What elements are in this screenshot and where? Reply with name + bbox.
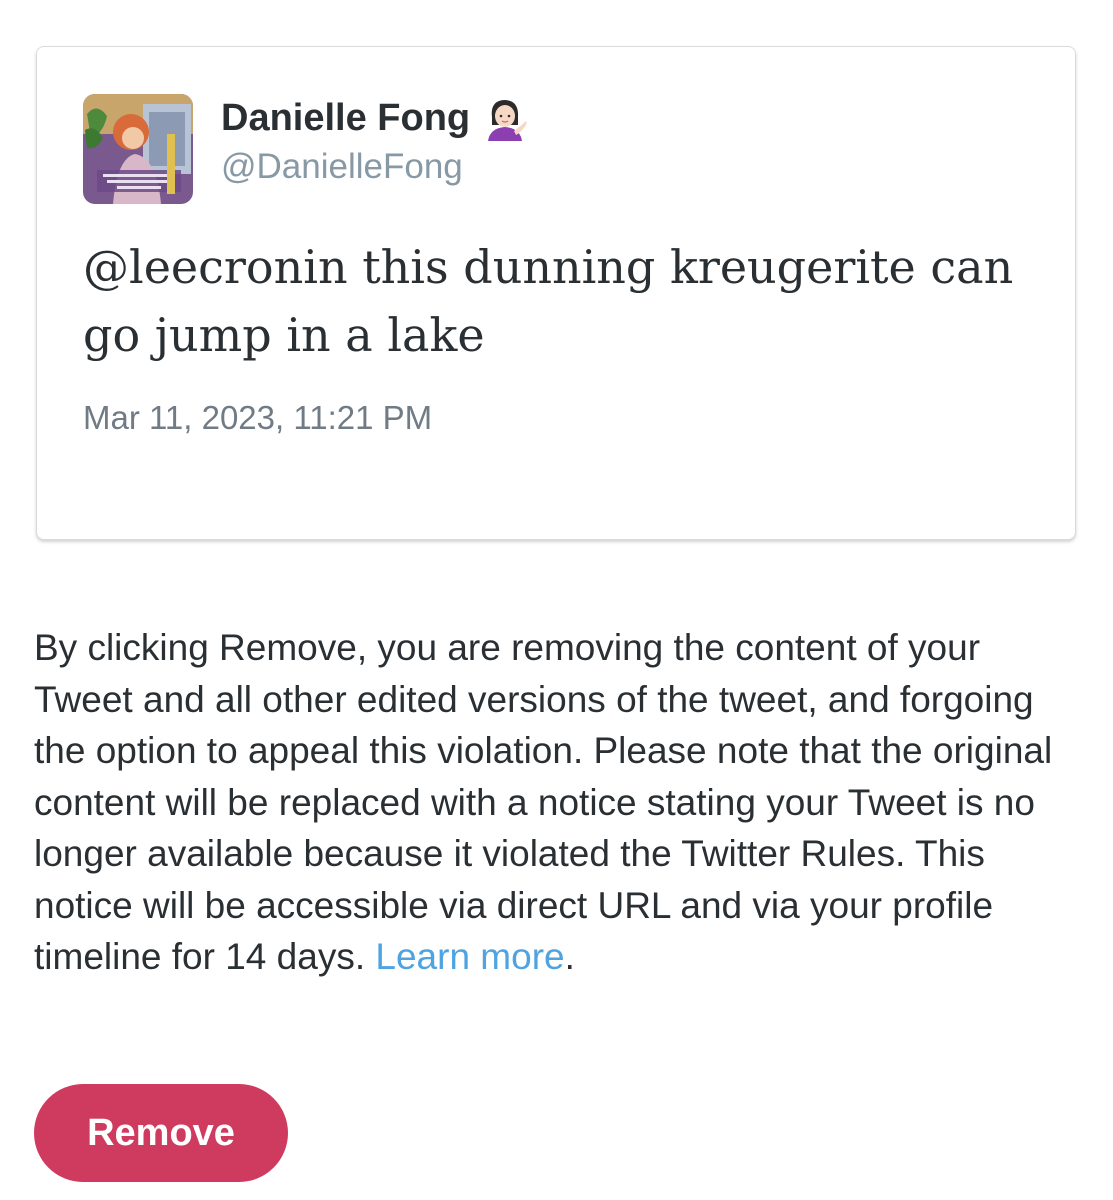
tweet-timestamp[interactable]: Mar 11, 2023, 11:21 PM xyxy=(83,399,432,437)
author-name[interactable]: Danielle Fong xyxy=(221,95,528,141)
author-name-text: Danielle Fong xyxy=(221,96,471,139)
tweet-text: @leecronin this dunning kreugerite can g… xyxy=(83,240,1014,362)
avatar[interactable] xyxy=(83,94,193,204)
notice-period: . xyxy=(564,936,575,977)
avatar-image-icon xyxy=(83,94,193,204)
remove-button[interactable]: Remove xyxy=(34,1084,288,1182)
person-tipping-hand-icon xyxy=(482,95,528,141)
author-handle[interactable]: @DanielleFong xyxy=(221,147,463,187)
removal-notice-text: By clicking Remove, you are removing the… xyxy=(34,627,1053,977)
learn-more-link[interactable]: Learn more xyxy=(375,936,564,977)
removal-notice: By clicking Remove, you are removing the… xyxy=(34,622,1084,983)
tweet-card: Danielle Fong @DanielleFong @leecronin t… xyxy=(36,46,1076,540)
